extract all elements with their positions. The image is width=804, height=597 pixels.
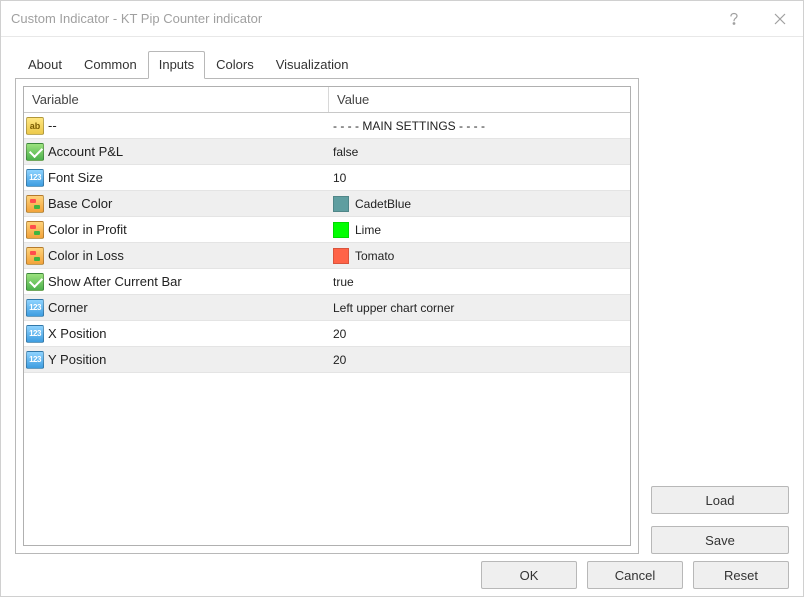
grid-body: ab -- - - - - MAIN SETTINGS - - - - Account… <box>24 113 630 545</box>
variable-name: Show After Current Bar <box>48 274 182 289</box>
variable-cell: Color in Profit <box>24 217 329 242</box>
value-text: 20 <box>333 327 346 341</box>
table-row[interactable]: Show After Current Bar true <box>24 269 630 295</box>
cancel-button[interactable]: Cancel <box>587 561 683 589</box>
color-swatch <box>333 196 349 212</box>
value-text: CadetBlue <box>355 197 411 211</box>
bool-icon <box>26 273 44 291</box>
int-icon: 123 <box>26 299 44 317</box>
variable-name: Color in Profit <box>48 222 127 237</box>
save-button[interactable]: Save <box>651 526 789 554</box>
value-text: 10 <box>333 171 346 185</box>
variable-name: Corner <box>48 300 88 315</box>
tab-inputs[interactable]: Inputs <box>148 51 205 79</box>
grid-header: Variable Value <box>24 87 630 113</box>
titlebar: Custom Indicator - KT Pip Counter indica… <box>1 1 803 37</box>
value-cell[interactable]: 20 <box>329 347 630 372</box>
value-text: Lime <box>355 223 381 237</box>
header-variable[interactable]: Variable <box>24 87 329 112</box>
table-row[interactable]: 123 X Position 20 <box>24 321 630 347</box>
value-cell[interactable]: CadetBlue <box>329 191 630 216</box>
value-cell[interactable]: 20 <box>329 321 630 346</box>
variable-name: X Position <box>48 326 107 341</box>
value-text: true <box>333 275 354 289</box>
table-row[interactable]: Color in Loss Tomato <box>24 243 630 269</box>
variable-cell: 123 Font Size <box>24 165 329 190</box>
variable-name: Account P&L <box>48 144 123 159</box>
color-swatch <box>333 248 349 264</box>
table-row[interactable]: 123 Y Position 20 <box>24 347 630 373</box>
variable-cell: ab -- <box>24 113 329 138</box>
color-swatch <box>333 222 349 238</box>
value-text: Tomato <box>355 249 394 263</box>
inputs-panel: Variable Value ab -- - - - - MAIN SETTINGS… <box>15 78 639 554</box>
tab-colors[interactable]: Colors <box>205 51 265 79</box>
variable-cell: 123 X Position <box>24 321 329 346</box>
table-row[interactable]: 123 Font Size 10 <box>24 165 630 191</box>
value-cell[interactable]: 10 <box>329 165 630 190</box>
variable-cell: 123 Y Position <box>24 347 329 372</box>
table-row[interactable]: Color in Profit Lime <box>24 217 630 243</box>
color-icon <box>26 195 44 213</box>
value-text: - - - - MAIN SETTINGS - - - - <box>333 119 485 133</box>
variable-cell: Show After Current Bar <box>24 269 329 294</box>
table-row[interactable]: ab -- - - - - MAIN SETTINGS - - - - <box>24 113 630 139</box>
tab-about[interactable]: About <box>17 51 73 79</box>
bool-icon <box>26 143 44 161</box>
variable-cell: 123 Corner <box>24 295 329 320</box>
load-button[interactable]: Load <box>651 486 789 514</box>
header-value[interactable]: Value <box>329 87 630 112</box>
variable-cell: Base Color <box>24 191 329 216</box>
footer: OK Cancel Reset <box>1 554 803 596</box>
table-row[interactable]: Base Color CadetBlue <box>24 191 630 217</box>
variable-name: Color in Loss <box>48 248 124 263</box>
variable-name: Y Position <box>48 352 106 367</box>
content-area: AboutCommonInputsColorsVisualization Var… <box>1 37 803 554</box>
int-icon: 123 <box>26 351 44 369</box>
table-row[interactable]: Account P&L false <box>24 139 630 165</box>
close-button[interactable] <box>757 1 803 37</box>
variable-name: -- <box>48 118 57 133</box>
table-row[interactable]: 123 Corner Left upper chart corner <box>24 295 630 321</box>
int-icon: 123 <box>26 325 44 343</box>
tab-common[interactable]: Common <box>73 51 148 79</box>
variable-name: Base Color <box>48 196 112 211</box>
variable-cell: Account P&L <box>24 139 329 164</box>
body-row: Variable Value ab -- - - - - MAIN SETTINGS… <box>15 78 789 554</box>
value-cell[interactable]: false <box>329 139 630 164</box>
value-cell[interactable]: Left upper chart corner <box>329 295 630 320</box>
value-text: 20 <box>333 353 346 367</box>
value-cell[interactable]: - - - - MAIN SETTINGS - - - - <box>329 113 630 138</box>
parameters-grid: Variable Value ab -- - - - - MAIN SETTINGS… <box>23 86 631 546</box>
string-icon: ab <box>26 117 44 135</box>
ok-button[interactable]: OK <box>481 561 577 589</box>
value-cell[interactable]: Lime <box>329 217 630 242</box>
value-cell[interactable]: true <box>329 269 630 294</box>
int-icon: 123 <box>26 169 44 187</box>
window-title: Custom Indicator - KT Pip Counter indica… <box>11 11 711 26</box>
tab-visualization[interactable]: Visualization <box>265 51 360 79</box>
value-text: Left upper chart corner <box>333 301 454 315</box>
color-icon <box>26 247 44 265</box>
reset-button[interactable]: Reset <box>693 561 789 589</box>
help-button[interactable] <box>711 1 757 37</box>
value-text: false <box>333 145 358 159</box>
side-buttons: Load Save <box>651 78 789 554</box>
variable-name: Font Size <box>48 170 103 185</box>
variable-cell: Color in Loss <box>24 243 329 268</box>
dialog-window: Custom Indicator - KT Pip Counter indica… <box>0 0 804 597</box>
tab-bar: AboutCommonInputsColorsVisualization <box>15 51 789 79</box>
color-icon <box>26 221 44 239</box>
value-cell[interactable]: Tomato <box>329 243 630 268</box>
